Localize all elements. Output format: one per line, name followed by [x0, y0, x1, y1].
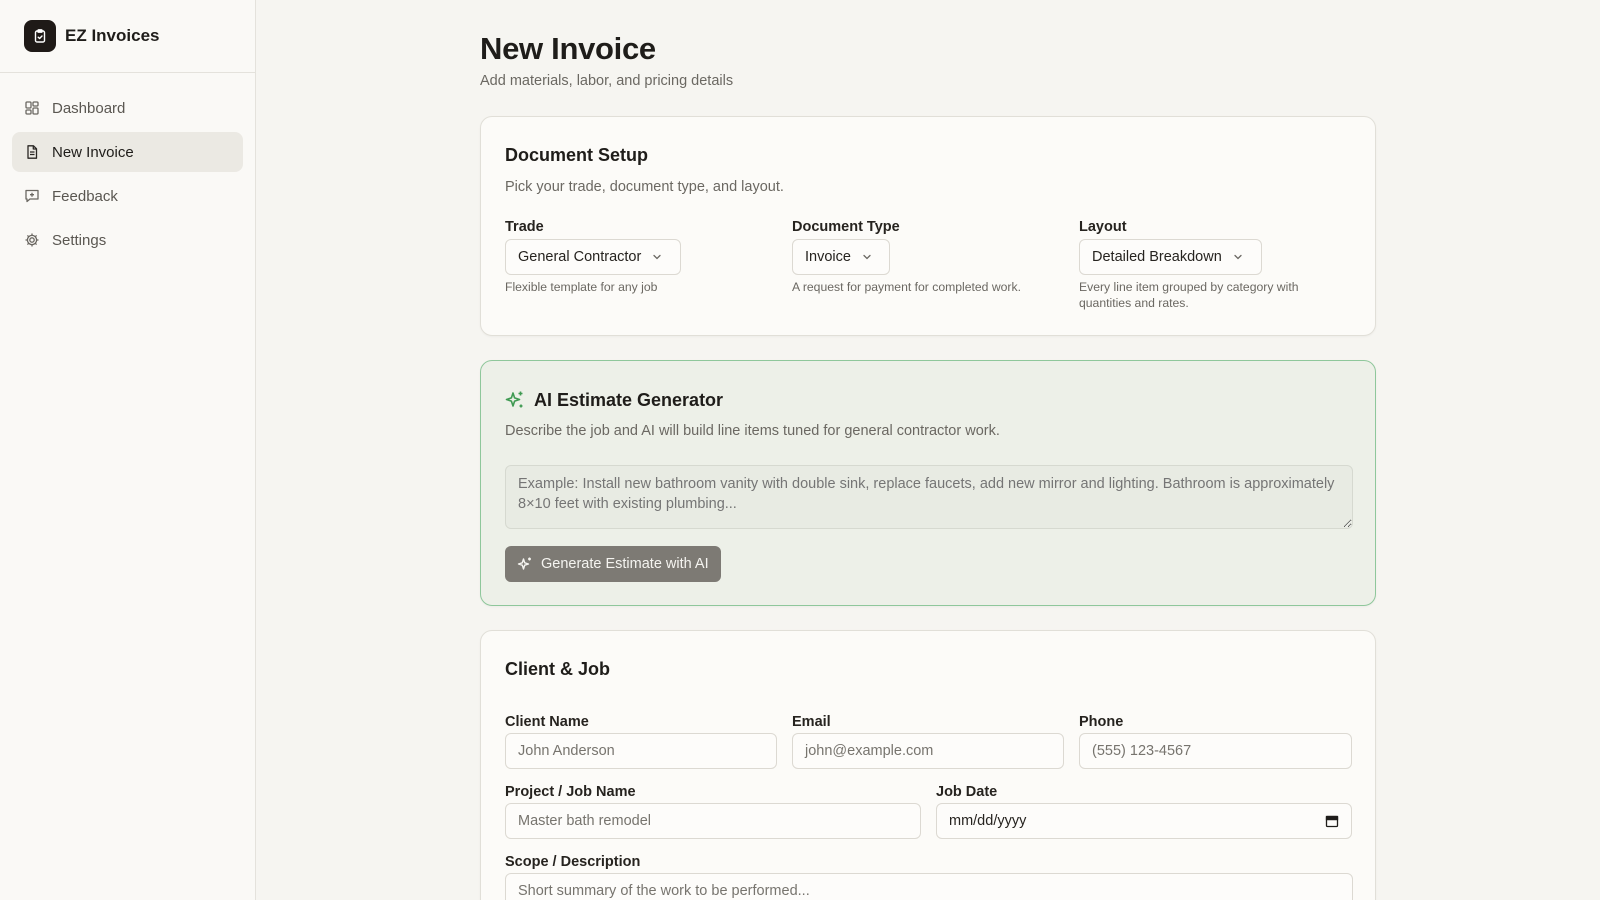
layout-hint: Every line item grouped by category with… — [1079, 280, 1299, 310]
project-name-input[interactable]: Master bath remodel — [505, 803, 921, 839]
document-type-hint: A request for payment for completed work… — [792, 280, 1021, 294]
layout-select[interactable]: Detailed Breakdown — [1079, 239, 1262, 275]
sidebar-item-new-invoice[interactable]: New Invoice — [12, 132, 243, 172]
calendar-icon[interactable] — [1325, 814, 1339, 828]
gear-icon — [24, 232, 40, 248]
generate-estimate-label: Generate Estimate with AI — [541, 556, 709, 572]
card-title: Document Setup — [505, 145, 649, 165]
clipboard-check-icon — [24, 20, 56, 52]
client-name-placeholder: John Anderson — [518, 743, 615, 759]
job-description-textarea[interactable] — [505, 465, 1353, 529]
job-date-value: mm/dd/yyyy — [949, 813, 1027, 829]
brand[interactable]: EZ Invoices — [0, 0, 255, 73]
sparkles-icon — [517, 556, 533, 572]
sidebar-item-label: Settings — [52, 231, 107, 249]
card-description: Describe the job and AI will build line … — [505, 423, 1000, 439]
sidebar-item-feedback[interactable]: Feedback — [12, 176, 243, 216]
email-input[interactable]: john@example.com — [792, 733, 1064, 769]
dashboard-grid-icon — [24, 100, 40, 116]
layout-label: Layout — [1079, 219, 1127, 235]
email-label: Email — [792, 714, 831, 730]
scope-input[interactable]: Short summary of the work to be performe… — [505, 873, 1353, 900]
app-name: EZ Invoices — [65, 26, 160, 45]
job-date-input[interactable]: mm/dd/yyyy — [936, 803, 1352, 839]
sidebar-item-label: Dashboard — [52, 99, 126, 117]
document-type-label: Document Type — [792, 219, 900, 235]
sidebar: EZ Invoices Dashboard New Invoice Feedba… — [0, 0, 256, 900]
job-date-label: Job Date — [936, 784, 998, 800]
trade-label: Trade — [505, 219, 544, 235]
sidebar-item-dashboard[interactable]: Dashboard — [12, 88, 243, 128]
chevron-down-icon — [861, 251, 873, 263]
project-name-placeholder: Master bath remodel — [518, 813, 651, 829]
sidebar-item-settings[interactable]: Settings — [12, 220, 243, 260]
chevron-down-icon — [651, 251, 663, 263]
generate-estimate-button[interactable]: Generate Estimate with AI — [505, 546, 721, 582]
card-description: Pick your trade, document type, and layo… — [505, 179, 784, 195]
scope-placeholder: Short summary of the work to be performe… — [518, 883, 810, 899]
sidebar-nav: Dashboard New Invoice Feedback Settings — [0, 73, 255, 260]
page-subtitle: Add materials, labor, and pricing detail… — [480, 73, 734, 89]
client-job-card: Client & Job Client Name John Anderson E… — [480, 630, 1376, 900]
sidebar-item-label: New Invoice — [52, 143, 134, 161]
page-title: New Invoice — [480, 31, 656, 66]
trade-select[interactable]: General Contractor — [505, 239, 681, 275]
client-name-input[interactable]: John Anderson — [505, 733, 777, 769]
message-plus-icon — [24, 188, 40, 204]
sparkles-icon — [505, 390, 525, 410]
scope-label: Scope / Description — [505, 854, 641, 870]
ai-estimate-card: AI Estimate Generator Describe the job a… — [480, 360, 1376, 606]
card-title: AI Estimate Generator — [534, 390, 724, 410]
email-placeholder: john@example.com — [805, 743, 934, 759]
document-icon — [24, 144, 40, 160]
trade-hint: Flexible template for any job — [505, 280, 658, 294]
client-name-label: Client Name — [505, 714, 589, 730]
document-type-value: Invoice — [805, 249, 851, 265]
project-name-label: Project / Job Name — [505, 784, 636, 800]
phone-label: Phone — [1079, 714, 1124, 730]
chevron-down-icon — [1232, 251, 1244, 263]
phone-input[interactable]: (555) 123-4567 — [1079, 733, 1352, 769]
layout-value: Detailed Breakdown — [1092, 249, 1222, 265]
document-setup-card: Document Setup Pick your trade, document… — [480, 116, 1376, 336]
document-type-select[interactable]: Invoice — [792, 239, 890, 275]
sidebar-item-label: Feedback — [52, 187, 118, 205]
card-title: Client & Job — [505, 659, 611, 679]
phone-placeholder: (555) 123-4567 — [1092, 743, 1192, 759]
trade-value: General Contractor — [518, 249, 642, 265]
